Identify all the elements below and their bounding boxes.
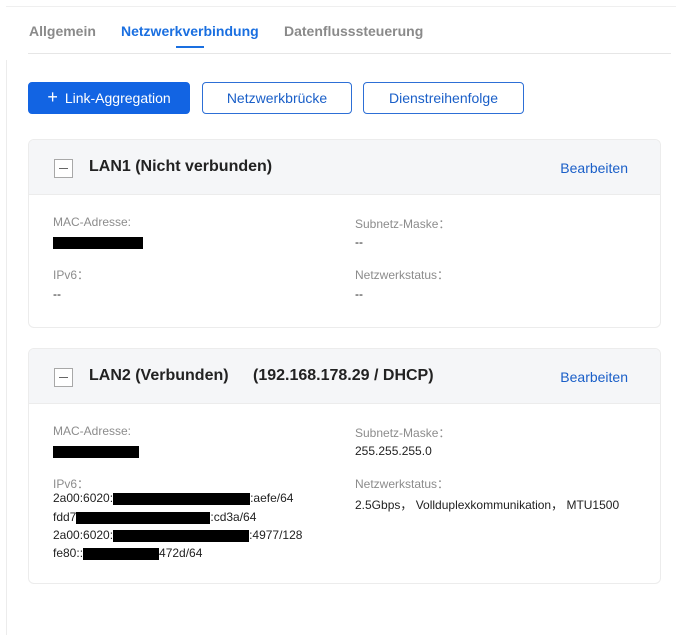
lan2-card-header: LAN2 (Verbunden) (192.168.178.29 / DHCP)… [29, 349, 660, 404]
lan2-card: LAN2 (Verbunden) (192.168.178.29 / DHCP)… [28, 348, 661, 584]
service-order-button[interactable]: Dienstreihenfolge [363, 82, 524, 114]
ipv6-prefix: 2a00:6020: [53, 528, 114, 542]
redacted-block [83, 547, 160, 560]
lan2-ip-address: (192.168.178.29 / DHCP) [253, 367, 434, 384]
lan2-mac-value [53, 444, 139, 458]
lan1-card: LAN1 (Nicht verbunden) Bearbeiten MAC-Ad… [28, 139, 661, 328]
lan1-edit-link[interactable]: Bearbeiten [560, 160, 628, 176]
network-bridge-button[interactable]: Netzwerkbrücke [202, 82, 352, 114]
redacted-block [53, 445, 139, 458]
tab-network-connection[interactable]: Netzwerkverbindung [121, 22, 259, 48]
redacted-block [113, 529, 250, 542]
tab-flow-control[interactable]: Datenflusssteuerung [284, 22, 423, 40]
redacted-block [113, 492, 251, 505]
ipv6-address-line: fe80:: 472d/64 [53, 545, 202, 561]
ipv6-address-line: 2a00:6020: :aefe/64 [53, 490, 293, 506]
lan1-status-value: -- [355, 287, 363, 301]
tab-general[interactable]: Allgemein [29, 22, 96, 40]
lan1-subnet-label: Subnetz-Maske： [355, 217, 451, 231]
collapse-icon[interactable] [54, 368, 73, 387]
tab-network-connection-label: Netzwerkverbindung [121, 23, 259, 39]
network-bridge-label: Netzwerkbrücke [226, 90, 328, 106]
collapse-icon[interactable] [54, 159, 73, 178]
lan2-status-value: 2.5Gbps， Vollduplexkommunikation， MTU150… [355, 498, 620, 512]
redacted-block [53, 236, 143, 249]
ipv6-suffix: :cd3a/64 [210, 510, 257, 524]
lan2-subnet-value: 255.255.255.0 [355, 444, 432, 458]
lan1-mac-value [53, 235, 143, 249]
lan1-status-label: Netzwerkstatus： [355, 268, 450, 282]
lan2-edit-link[interactable]: Bearbeiten [560, 369, 628, 385]
lan2-title: LAN2 (Verbunden) [89, 367, 229, 384]
lan2-status-label: Netzwerkstatus： [355, 477, 450, 491]
link-aggregation-label: Link-Aggregation [64, 90, 171, 106]
ipv6-prefix: fdd7 [53, 510, 77, 524]
link-aggregation-button[interactable]: + Link-Aggregation [28, 82, 190, 114]
service-order-label: Dienstreihenfolge [389, 90, 498, 106]
left-divider [6, 60, 7, 635]
ipv6-address-line: 2a00:6020: :4977/128 [53, 527, 302, 543]
ipv6-suffix: 472d/64 [159, 546, 203, 560]
ipv6-prefix: 2a00:6020: [53, 491, 114, 505]
plus-icon: + [47, 87, 58, 107]
tab-bar: Allgemein Netzwerkverbindung Datenflusss… [28, 22, 671, 54]
lan1-mac-label: MAC-Adresse: [53, 215, 132, 229]
lan2-subnet-label: Subnetz-Maske： [355, 426, 451, 440]
lan2-mac-label: MAC-Adresse: [53, 424, 132, 438]
ipv6-address-line: fdd7 :cd3a/64 [53, 509, 256, 525]
redacted-block [76, 511, 211, 524]
lan1-card-header: LAN1 (Nicht verbunden) Bearbeiten [29, 140, 660, 195]
lan1-ipv6-value: -- [53, 287, 61, 301]
lan1-title: LAN1 (Nicht verbunden) [89, 158, 273, 175]
ipv6-suffix: :aefe/64 [250, 491, 294, 505]
ipv6-prefix: fe80:: [53, 546, 84, 560]
lan1-subnet-value: -- [355, 235, 363, 249]
ipv6-suffix: :4977/128 [249, 528, 303, 542]
top-divider [6, 6, 676, 7]
active-tab-indicator [175, 46, 204, 48]
lan1-ipv6-label: IPv6： [53, 268, 90, 282]
